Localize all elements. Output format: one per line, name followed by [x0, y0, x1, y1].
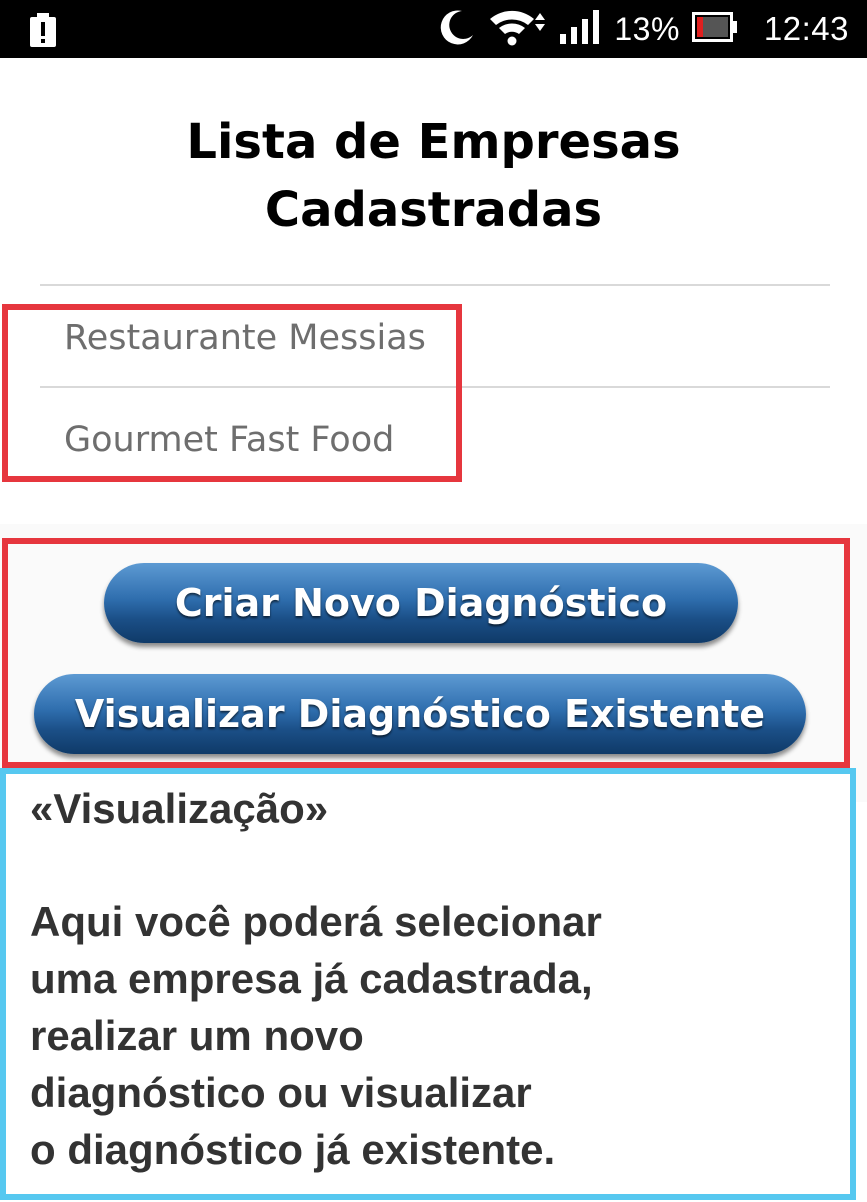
signal-icon [560, 9, 602, 49]
battery-alert-icon [30, 13, 56, 52]
page-title: Lista de Empresas Cadastradas [0, 108, 867, 244]
clock: 12:43 [763, 10, 849, 47]
wifi-icon [488, 7, 548, 52]
status-bar: 13% 12:43 [0, 0, 867, 58]
annotation-line-4: diagnóstico ou visualizar [30, 1069, 532, 1116]
annotation-heading: «Visualização» [30, 785, 329, 832]
page-title-line-1: Lista de Empresas [186, 114, 681, 170]
highlight-box-company-list [2, 304, 462, 482]
battery-percent: 13% [614, 10, 680, 47]
highlight-box-buttons [2, 538, 850, 768]
annotation-line-5: o diagnóstico já existente. [30, 1126, 556, 1173]
annotation-line-3: realizar um novo [30, 1012, 364, 1059]
annotation-line-1: Aqui você poderá selecionar [30, 898, 602, 945]
page-title-line-2: Cadastradas [264, 182, 603, 238]
annotation-line-2: uma empresa já cadastrada, [30, 955, 593, 1002]
moon-icon [436, 7, 476, 52]
battery-icon [691, 11, 738, 47]
list-divider-top [40, 284, 830, 286]
